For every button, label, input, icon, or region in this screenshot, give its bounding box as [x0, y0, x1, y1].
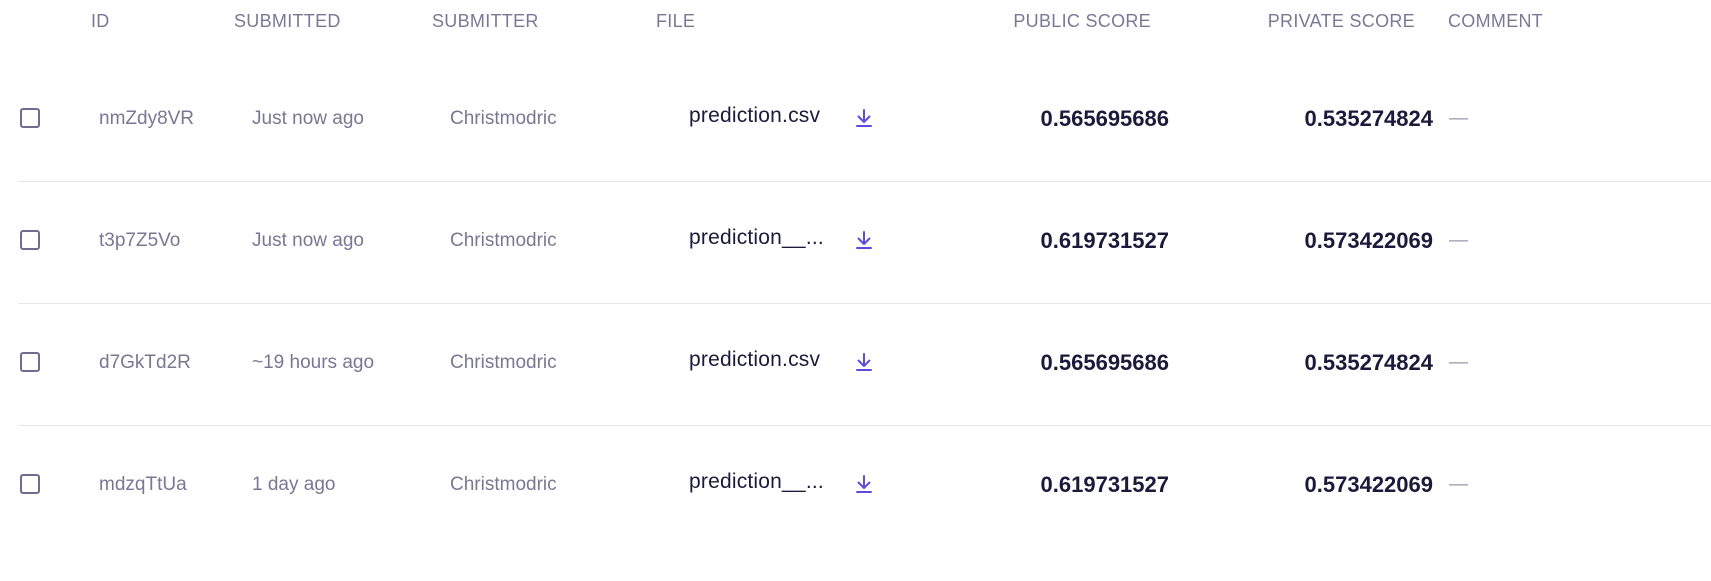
- submitter-name[interactable]: Christmodric: [450, 352, 557, 374]
- row-select-checkbox[interactable]: [20, 108, 40, 128]
- submitted-time: 1 day ago: [252, 474, 336, 495]
- table-row: d7GkTd2R ~19 hours ago Christmodric pred…: [18, 304, 1711, 426]
- comment: —: [1449, 230, 1468, 251]
- private-score: 0.573422069: [1304, 472, 1433, 497]
- download-icon[interactable]: [854, 107, 874, 129]
- row-select-checkbox[interactable]: [20, 230, 40, 250]
- submitter-name[interactable]: Christmodric: [450, 230, 557, 252]
- comment: —: [1449, 108, 1468, 129]
- submission-id: mdzqTtUa: [99, 474, 187, 495]
- column-header-public-score[interactable]: PUBLIC SCORE: [1013, 11, 1151, 32]
- column-header-file[interactable]: FILE: [656, 11, 695, 32]
- column-header-id[interactable]: ID: [91, 11, 110, 32]
- row-select-checkbox[interactable]: [20, 474, 40, 494]
- table-row: t3p7Z5Vo Just now ago Christmodric predi…: [18, 182, 1711, 304]
- private-score: 0.535274824: [1304, 106, 1433, 131]
- submission-id: nmZdy8VR: [99, 108, 195, 129]
- column-header-submitted[interactable]: SUBMITTED: [234, 11, 341, 32]
- submissions-table: ID SUBMITTED SUBMITTER FILE PUBLIC SCORE…: [0, 0, 1711, 547]
- download-icon[interactable]: [854, 229, 874, 251]
- submitted-time: Just now ago: [252, 108, 364, 129]
- file-name: prediction.csv: [689, 348, 821, 371]
- submitter-name[interactable]: Christmodric: [450, 108, 557, 130]
- submitter-name[interactable]: Christmodric: [450, 474, 557, 496]
- column-header-submitter[interactable]: SUBMITTER: [432, 11, 539, 32]
- column-header-comment: COMMENT: [1448, 11, 1544, 31]
- file-name: prediction.csv: [689, 104, 821, 127]
- comment: —: [1449, 352, 1468, 373]
- row-select-checkbox[interactable]: [20, 352, 40, 372]
- table-row: mdzqTtUa 1 day ago Christmodric predicti…: [18, 426, 1711, 547]
- submitted-time: Just now ago: [252, 230, 364, 251]
- submission-id: t3p7Z5Vo: [99, 230, 181, 251]
- table-header: ID SUBMITTED SUBMITTER FILE PUBLIC SCORE…: [0, 0, 1711, 60]
- submitted-time: ~19 hours ago: [252, 352, 375, 373]
- private-score: 0.535274824: [1304, 350, 1433, 375]
- public-score: 0.565695686: [1040, 350, 1169, 375]
- file-name: prediction__...: [689, 226, 824, 249]
- table-row: nmZdy8VR Just now ago Christmodric predi…: [18, 60, 1711, 182]
- file-name: prediction__...: [689, 470, 824, 493]
- column-header-private-score[interactable]: PRIVATE SCORE: [1268, 11, 1415, 32]
- private-score: 0.573422069: [1304, 228, 1433, 253]
- comment: —: [1449, 474, 1468, 495]
- public-score: 0.619731527: [1040, 472, 1169, 497]
- submission-id: d7GkTd2R: [99, 352, 191, 373]
- download-icon[interactable]: [854, 351, 874, 373]
- download-icon[interactable]: [854, 473, 874, 495]
- public-score: 0.619731527: [1040, 228, 1169, 253]
- public-score: 0.565695686: [1040, 106, 1169, 131]
